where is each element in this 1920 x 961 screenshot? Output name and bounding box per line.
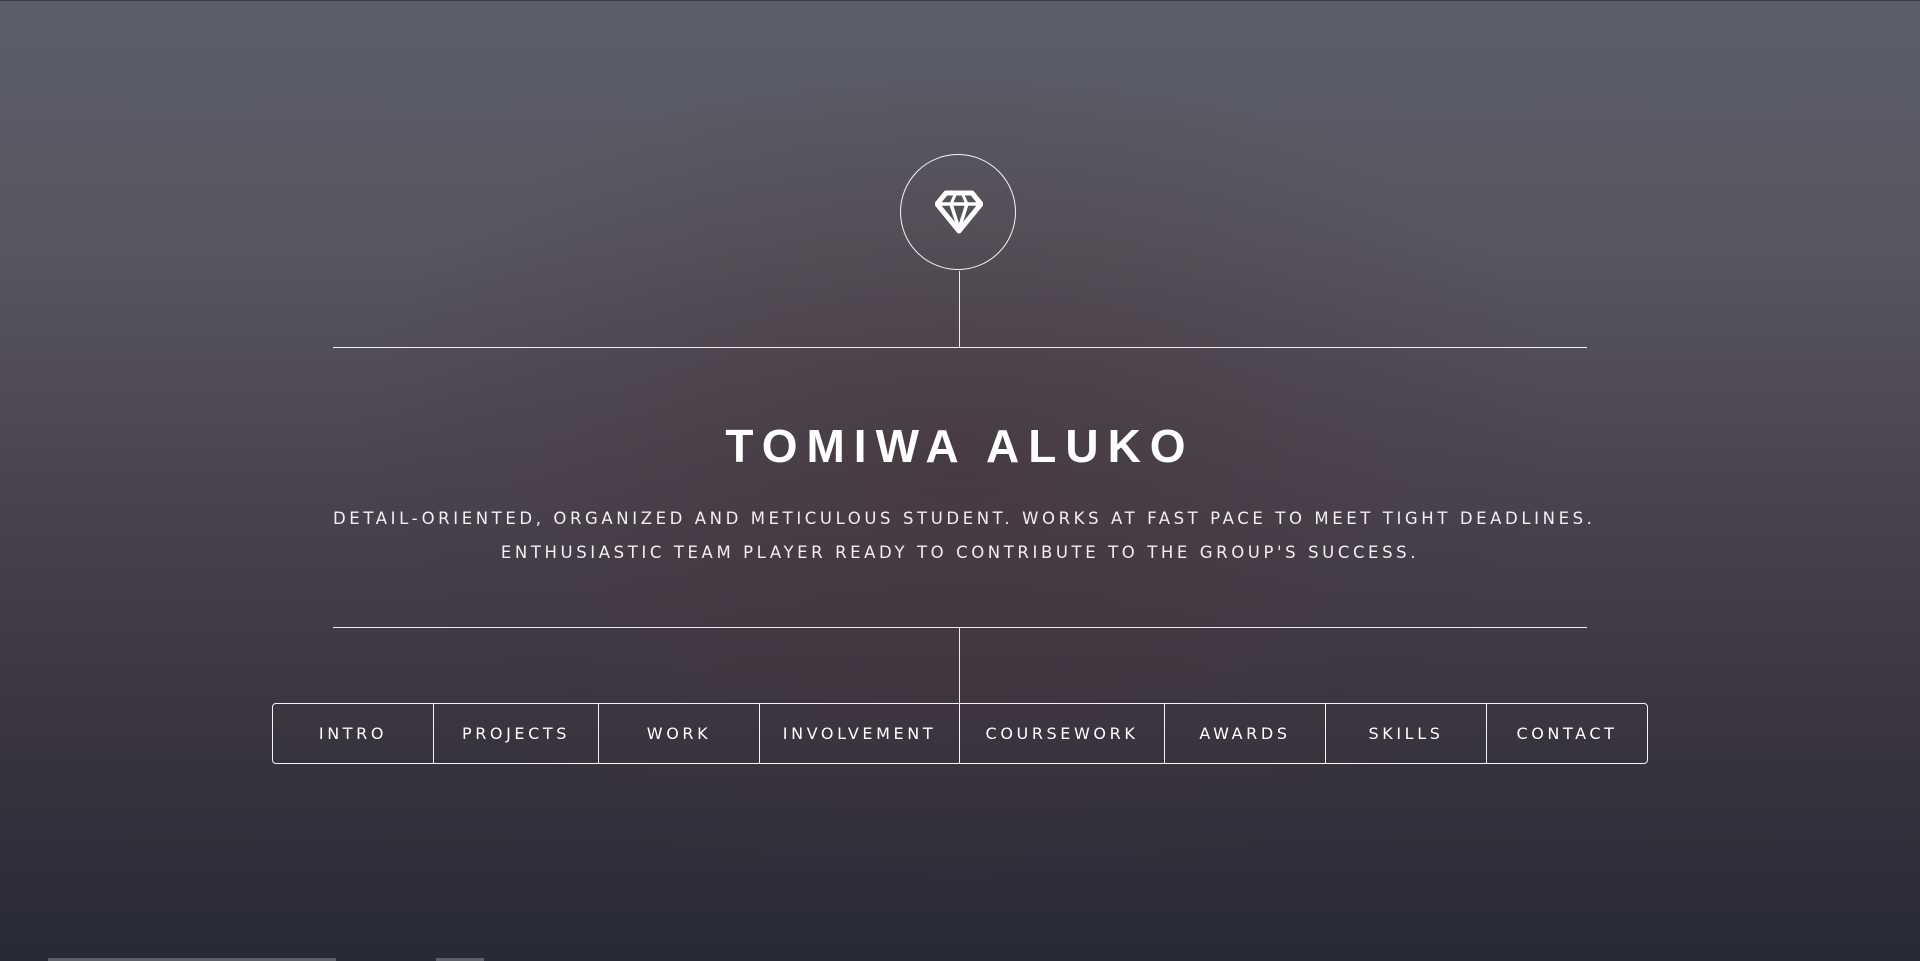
tagline-line-2: ENTHUSIASTIC TEAM PLAYER READY TO CONTRI… — [500, 543, 1420, 562]
intro-content: TOMIWA ALUKO DETAIL-ORIENTED, ORGANIZED … — [333, 348, 1596, 626]
tagline: DETAIL-ORIENTED, ORGANIZED AND METICULOU… — [333, 502, 1596, 570]
nav-involvement[interactable]: INVOLVEMENT — [760, 704, 960, 763]
connector-bottom — [959, 628, 960, 703]
nav-intro[interactable]: INTRO — [273, 704, 434, 763]
nav-skills[interactable]: SKILLS — [1326, 704, 1487, 763]
nav-contact[interactable]: CONTACT — [1487, 704, 1647, 763]
tagline-line-1: DETAIL-ORIENTED, ORGANIZED AND METICULOU… — [333, 509, 1596, 528]
logo-circle — [900, 154, 1016, 270]
nav-awards[interactable]: AWARDS — [1165, 704, 1326, 763]
window-top-border — [0, 0, 1920, 1]
nav-projects[interactable]: PROJECTS — [434, 704, 599, 763]
connector-top — [959, 271, 960, 347]
main-nav: INTRO PROJECTS WORK INVOLVEMENT COURSEWO… — [272, 703, 1648, 764]
page-title: TOMIWA ALUKO — [725, 420, 1195, 472]
nav-work[interactable]: WORK — [599, 704, 760, 763]
divider-bottom — [333, 627, 1587, 628]
diamond-icon — [935, 190, 983, 234]
nav-coursework[interactable]: COURSEWORK — [960, 704, 1165, 763]
